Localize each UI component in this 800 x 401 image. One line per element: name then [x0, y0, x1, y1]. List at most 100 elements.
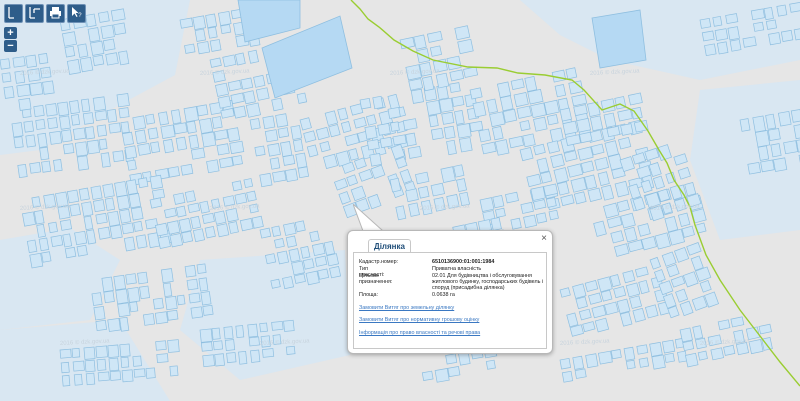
parcel: [259, 172, 273, 188]
order-valuation-link[interactable]: Замовити Витяг про нормативну грошову оц…: [359, 317, 479, 323]
parcel: [572, 355, 585, 370]
parcel: [269, 157, 281, 170]
parcel: [202, 354, 216, 368]
parcel: [72, 360, 85, 372]
parcel: [510, 217, 522, 230]
parcel: [623, 346, 636, 361]
parcel: [201, 212, 215, 225]
parcel: [41, 160, 52, 173]
parcel: [739, 118, 751, 132]
parcel: [211, 327, 221, 340]
parcel: [760, 159, 775, 173]
parcel: [235, 52, 246, 66]
parcel: [72, 127, 87, 141]
parcel: [150, 141, 161, 154]
parcel: [309, 230, 320, 242]
parcel: [87, 27, 101, 43]
parcel: [600, 289, 613, 302]
parcel: [26, 239, 38, 254]
parcel: [291, 260, 305, 276]
parcel: [59, 348, 72, 359]
parcel: [64, 246, 77, 259]
parcel: [183, 106, 200, 123]
identify-button[interactable]: ?: [67, 4, 86, 23]
parcel: [290, 125, 303, 140]
tab-parcel[interactable]: Ділянка: [368, 239, 411, 253]
ownership-info-link[interactable]: Інформація про право власності та речові…: [359, 330, 480, 336]
parcel: [226, 352, 237, 364]
parcel: [369, 153, 382, 167]
parcel: [610, 349, 622, 360]
parcel: [166, 309, 179, 321]
parcel: [199, 328, 213, 343]
parcel: [217, 95, 232, 109]
close-icon[interactable]: ×: [541, 233, 547, 244]
parcel: [200, 291, 212, 306]
parcel: [742, 36, 757, 48]
parcel: [270, 278, 281, 289]
parcel: [587, 187, 603, 202]
parcel: [109, 224, 123, 240]
parcel: [90, 185, 103, 200]
parcel: [502, 108, 518, 123]
parcel: [750, 8, 766, 21]
parcel: [167, 166, 180, 178]
zoom-in-button[interactable]: +: [4, 27, 17, 39]
parcel: [322, 153, 338, 170]
parcel: [248, 336, 260, 347]
parcel: [294, 220, 306, 233]
parcel: [84, 126, 95, 140]
parcel: [130, 206, 144, 221]
parcel: [135, 234, 148, 249]
parcel: [283, 222, 297, 236]
parcel: [789, 1, 800, 13]
parcel: [280, 141, 293, 157]
parcel: [29, 82, 44, 96]
parcel: [124, 145, 138, 160]
parcel: [142, 313, 156, 326]
cadastral-number-value: 6510136900:01:001:1984: [432, 259, 495, 265]
parcel: [224, 339, 236, 352]
parcel: [246, 190, 257, 202]
parcel: [59, 219, 73, 231]
zoom-out-button[interactable]: −: [4, 40, 17, 52]
parcel: [41, 251, 52, 263]
parcel: [662, 339, 676, 354]
parcel: [192, 15, 207, 30]
parcel: [218, 156, 234, 169]
parcel: [118, 107, 130, 119]
parcel: [780, 29, 794, 42]
parcel: [753, 21, 765, 32]
parcel: [233, 105, 247, 119]
parcel: [92, 54, 105, 66]
parcel: [752, 115, 766, 133]
parcel: [162, 282, 173, 297]
parcel: [285, 235, 298, 248]
parcel: [247, 323, 259, 338]
parcel: [562, 120, 579, 135]
parcel: [565, 67, 578, 80]
parcel: [421, 370, 434, 381]
parcel: [121, 369, 134, 383]
print-button[interactable]: [46, 4, 65, 23]
parcel: [38, 53, 49, 65]
parcel: [443, 125, 456, 140]
parcel: [586, 101, 601, 117]
parcel: [107, 344, 120, 358]
order-extract-link[interactable]: Замовити Витяг про земельну ділянку: [359, 305, 454, 311]
parcel: [262, 115, 276, 130]
parcel: [113, 22, 127, 36]
parcel: [39, 146, 50, 161]
parcel: [0, 58, 11, 70]
measure-area-button[interactable]: [25, 4, 44, 23]
parcel-info-popup: × Ділянка Кадастр.номер: 6510136900:01:0…: [347, 230, 553, 354]
parcel: [113, 274, 127, 291]
parcel: [543, 183, 559, 197]
measure-length-button[interactable]: [4, 4, 23, 23]
parcel: [243, 90, 256, 105]
parcel: [326, 253, 339, 267]
parcel: [499, 95, 514, 112]
parcel: [137, 142, 151, 156]
parcel: [218, 10, 232, 26]
parcel: [204, 225, 216, 239]
